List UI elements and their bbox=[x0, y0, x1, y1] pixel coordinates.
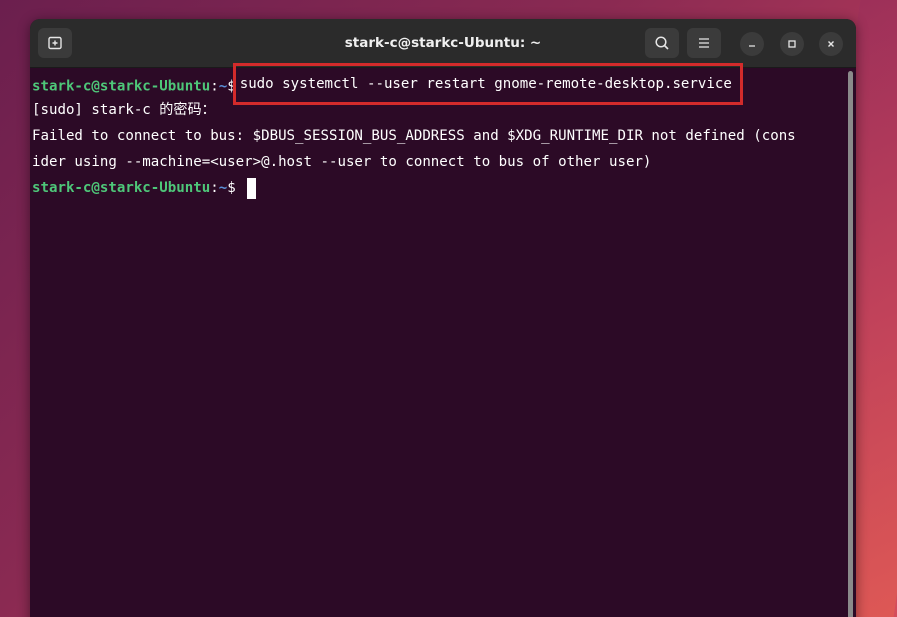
search-icon bbox=[655, 36, 669, 50]
prompt-colon: : bbox=[210, 180, 219, 196]
prompt-user: stark-c@starkc-Ubuntu bbox=[32, 78, 211, 95]
maximize-button[interactable] bbox=[780, 32, 804, 56]
prompt-dollar: $ bbox=[227, 180, 236, 196]
title-bar: stark-c@starkc-Ubuntu: ~ bbox=[30, 19, 856, 68]
prompt-path: ~ bbox=[218, 180, 228, 196]
vertical-scrollbar[interactable] bbox=[848, 71, 853, 617]
highlighted-command: sudo systemctl --user restart gnome-remo… bbox=[232, 63, 743, 105]
error-line-2: ider using --machine=<user>@.host --user… bbox=[32, 154, 652, 170]
command-line: stark-c@starkc-Ubuntu:~$ sudo systemctl -… bbox=[32, 63, 844, 105]
minimize-icon bbox=[749, 45, 755, 47]
new-tab-button[interactable] bbox=[38, 28, 72, 58]
search-button[interactable] bbox=[645, 28, 679, 58]
current-prompt-line: stark-c@starkc-Ubuntu:~$ bbox=[32, 175, 844, 201]
window-title: stark-c@starkc-Ubuntu: ~ bbox=[344, 35, 542, 51]
hamburger-menu-icon bbox=[699, 38, 709, 48]
text-cursor bbox=[247, 177, 257, 199]
menu-button[interactable] bbox=[687, 28, 721, 58]
close-button[interactable] bbox=[819, 32, 843, 56]
close-icon bbox=[828, 41, 834, 47]
minimize-button[interactable] bbox=[740, 32, 764, 56]
prompt-path: ~ bbox=[218, 78, 228, 95]
prompt-dollar: $ bbox=[227, 78, 236, 95]
prompt-user: stark-c@starkc-Ubuntu bbox=[32, 180, 211, 196]
error-line-1: Failed to connect to bus: $DBUS_SESSION_… bbox=[32, 128, 796, 144]
terminal-window: stark-c@starkc-Ubuntu: ~ stark-c@starkc-… bbox=[30, 19, 856, 617]
maximize-icon bbox=[788, 40, 796, 48]
new-tab-icon bbox=[48, 36, 62, 50]
prompt-colon: : bbox=[210, 78, 219, 95]
terminal-area[interactable]: stark-c@starkc-Ubuntu:~$ sudo systemctl -… bbox=[30, 63, 856, 617]
terminal-output: stark-c@starkc-Ubuntu:~$ sudo systemctl -… bbox=[32, 63, 844, 201]
